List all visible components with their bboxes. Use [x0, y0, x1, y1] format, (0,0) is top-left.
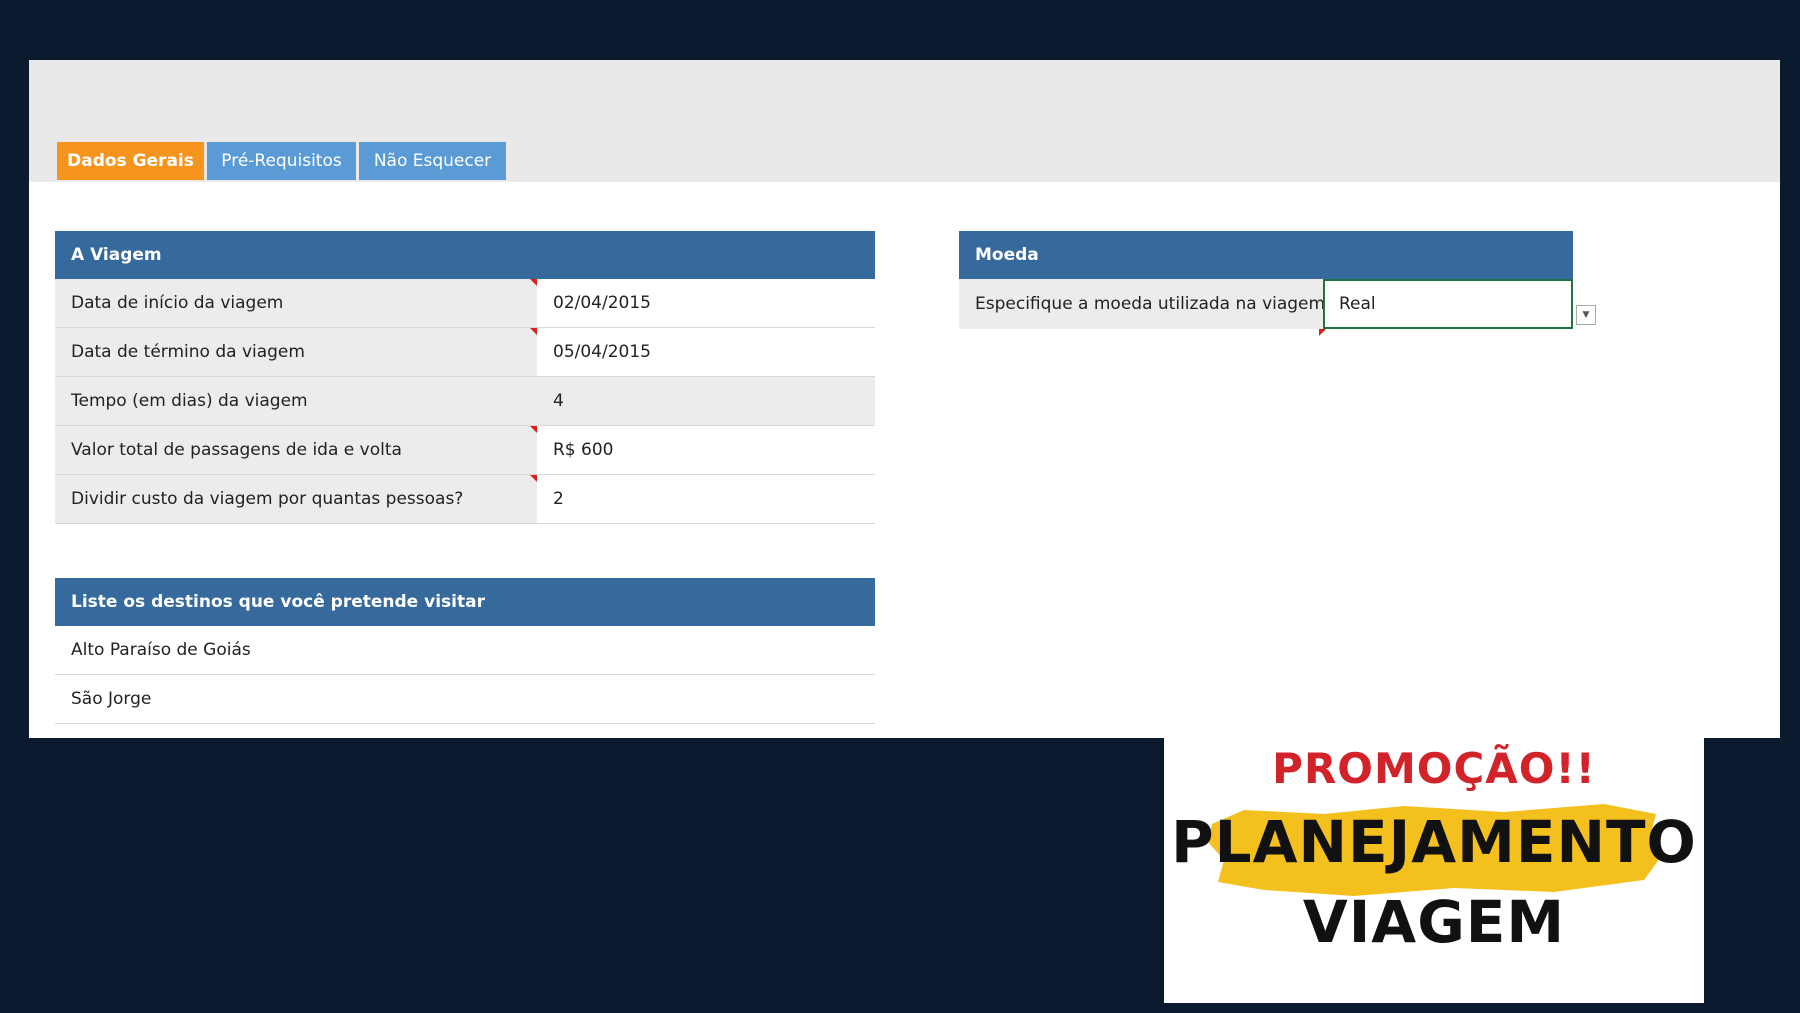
- comment-marker-icon[interactable]: [530, 279, 537, 286]
- tab-pre-requisitos[interactable]: Pré-Requisitos: [207, 142, 356, 180]
- tempo-dias-cell: 4: [537, 377, 875, 425]
- chevron-down-icon[interactable]: ▼: [1576, 305, 1596, 325]
- data-termino-cell[interactable]: 05/04/2015: [537, 328, 875, 376]
- table-row: Data de término da viagem 05/04/2015: [55, 328, 875, 377]
- promo-subtitle: VIAGEM: [1302, 888, 1566, 956]
- table-row: Valor total de passagens de ida e volta …: [55, 426, 875, 475]
- moeda-row: Especifique a moeda utilizada na viagem …: [959, 279, 1573, 336]
- table-row: Data de início da viagem 02/04/2015: [55, 279, 875, 328]
- destinos-panel: Liste os destinos que você pretende visi…: [55, 578, 875, 738]
- promo-banner: PROMOÇÃO!! PLANEJAMENTO VIAGEM: [1164, 738, 1704, 1003]
- moeda-panel: Moeda Especifique a moeda utilizada na v…: [959, 231, 1573, 336]
- moeda-label: Especifique a moeda utilizada na viagem: [975, 294, 1326, 314]
- table-row: Tempo (em dias) da viagem 4: [55, 377, 875, 426]
- viagem-panel: A Viagem Data de início da viagem 02/04/…: [55, 231, 875, 524]
- data-inicio-cell[interactable]: 02/04/2015: [537, 279, 875, 327]
- moeda-panel-title: Moeda: [959, 231, 1573, 279]
- list-item[interactable]: São Jorge: [55, 675, 875, 724]
- row-label: Data de início da viagem: [71, 293, 284, 313]
- comment-marker-icon[interactable]: [530, 475, 537, 482]
- spreadsheet-sheet: Dados Gerais Pré-Requisitos Não Esquecer…: [29, 60, 1780, 738]
- moeda-select[interactable]: Real: [1323, 279, 1573, 329]
- destinos-panel-title: Liste os destinos que você pretende visi…: [55, 578, 875, 626]
- row-label: Data de término da viagem: [71, 342, 305, 362]
- valor-passagens-cell[interactable]: R$ 600: [537, 426, 875, 474]
- list-item[interactable]: Alto Paraíso de Goiás: [55, 626, 875, 675]
- row-label: Valor total de passagens de ida e volta: [71, 440, 402, 460]
- comment-marker-icon[interactable]: [530, 426, 537, 433]
- table-row: Dividir custo da viagem por quantas pess…: [55, 475, 875, 524]
- promo-headline: PROMOÇÃO!!: [1272, 744, 1596, 793]
- promo-title: PLANEJAMENTO: [1171, 808, 1697, 876]
- comment-marker-icon[interactable]: [530, 328, 537, 335]
- tab-nao-esquecer[interactable]: Não Esquecer: [359, 142, 506, 180]
- row-label: Dividir custo da viagem por quantas pess…: [71, 489, 464, 509]
- list-item[interactable]: [55, 724, 875, 738]
- tab-dados-gerais[interactable]: Dados Gerais: [57, 142, 204, 180]
- comment-marker-icon[interactable]: [1319, 329, 1326, 336]
- dividir-pessoas-cell[interactable]: 2: [537, 475, 875, 523]
- viagem-panel-title: A Viagem: [55, 231, 875, 279]
- row-label: Tempo (em dias) da viagem: [71, 391, 308, 411]
